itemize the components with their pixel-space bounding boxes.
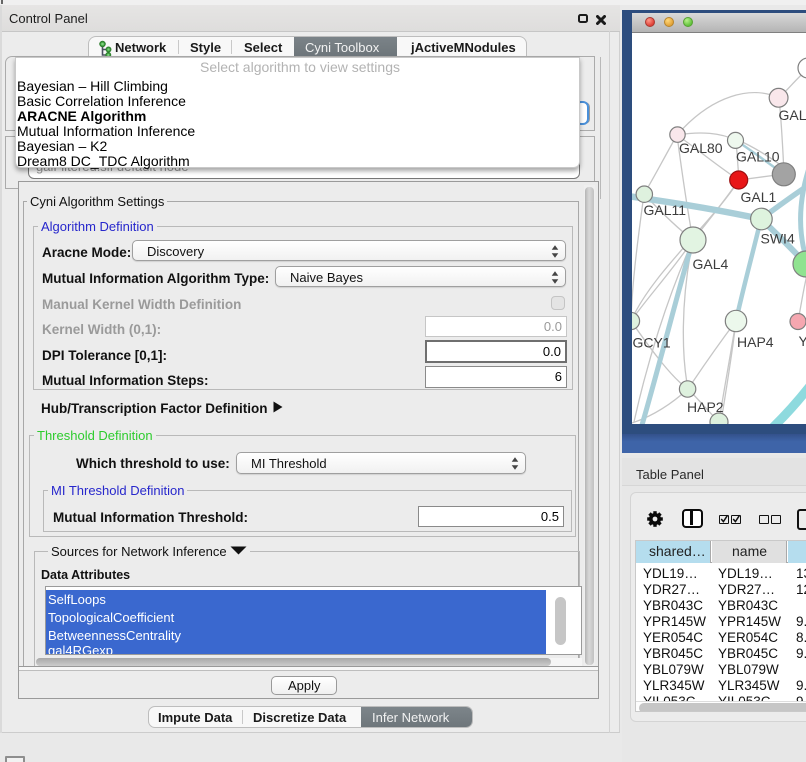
svg-text:GAL: GAL <box>779 107 806 123</box>
svg-text:HAP4: HAP4 <box>737 334 774 350</box>
svg-text:GAL10: GAL10 <box>736 149 780 165</box>
svg-text:GAL1: GAL1 <box>741 189 777 205</box>
svg-text:GCY1: GCY1 <box>633 335 671 351</box>
svg-text:HAP2: HAP2 <box>687 399 724 415</box>
svg-text:SWI4: SWI4 <box>761 231 795 247</box>
svg-text:GAL4: GAL4 <box>693 256 729 272</box>
svg-text:GAL11: GAL11 <box>644 202 687 218</box>
svg-text:Y: Y <box>799 333 806 349</box>
svg-text:GAL80: GAL80 <box>679 140 723 156</box>
